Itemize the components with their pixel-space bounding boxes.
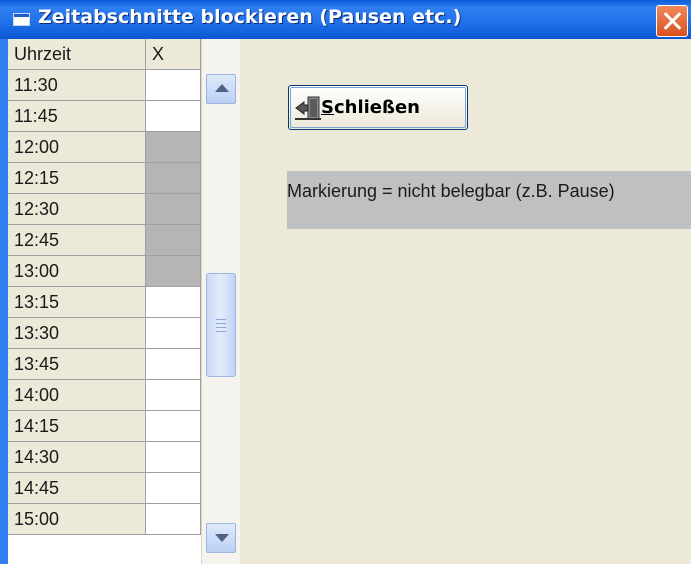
block-cell[interactable] bbox=[146, 70, 201, 101]
block-cell[interactable] bbox=[146, 473, 201, 504]
table-row[interactable]: 12:30 bbox=[8, 194, 201, 225]
grid-header-row: Uhrzeit X bbox=[8, 39, 201, 70]
table-row[interactable]: 12:15 bbox=[8, 163, 201, 194]
block-cell[interactable] bbox=[146, 225, 201, 256]
time-cell: 12:30 bbox=[8, 194, 146, 225]
block-cell[interactable] bbox=[146, 380, 201, 411]
time-cell: 14:00 bbox=[8, 380, 146, 411]
time-cell: 13:00 bbox=[8, 256, 146, 287]
table-row[interactable]: 13:00 bbox=[8, 256, 201, 287]
scroll-up-button[interactable] bbox=[206, 74, 236, 104]
table-row[interactable]: 11:45 bbox=[8, 101, 201, 132]
chevron-up-icon bbox=[215, 84, 229, 92]
title-bar: Zeitabschnitte blockieren (Pausen etc.) bbox=[0, 0, 691, 39]
block-cell[interactable] bbox=[146, 132, 201, 163]
time-cell: 12:00 bbox=[8, 132, 146, 163]
time-cell: 11:30 bbox=[8, 70, 146, 101]
table-row[interactable]: 14:00 bbox=[8, 380, 201, 411]
time-cell: 13:15 bbox=[8, 287, 146, 318]
block-cell[interactable] bbox=[146, 194, 201, 225]
time-cell: 13:45 bbox=[8, 349, 146, 380]
time-cell: 14:30 bbox=[8, 442, 146, 473]
scroll-thumb[interactable] bbox=[206, 273, 236, 377]
table-row[interactable]: 12:00 bbox=[8, 132, 201, 163]
time-cell: 12:45 bbox=[8, 225, 146, 256]
time-cell: 13:30 bbox=[8, 318, 146, 349]
table-row[interactable]: 14:15 bbox=[8, 411, 201, 442]
window-close-button[interactable] bbox=[656, 5, 688, 37]
table-row[interactable]: 13:45 bbox=[8, 349, 201, 380]
block-cell[interactable] bbox=[146, 163, 201, 194]
block-cell[interactable] bbox=[146, 256, 201, 287]
block-cell[interactable] bbox=[146, 504, 201, 535]
table-row[interactable]: 14:30 bbox=[8, 442, 201, 473]
table-row[interactable]: 13:15 bbox=[8, 287, 201, 318]
table-row[interactable]: 11:30 bbox=[8, 70, 201, 101]
time-grid: Uhrzeit X 11:30 11:45 12:00 12:15 12:30 12:45… bbox=[8, 39, 201, 564]
time-cell: 11:45 bbox=[8, 101, 146, 132]
legend-label: Markierung = nicht belegbar (z.B. Pause) bbox=[287, 171, 691, 229]
grid-scrollbar[interactable] bbox=[201, 39, 240, 564]
block-cell[interactable] bbox=[146, 411, 201, 442]
block-cell[interactable] bbox=[146, 101, 201, 132]
time-cell: 14:15 bbox=[8, 411, 146, 442]
time-cell: 12:15 bbox=[8, 163, 146, 194]
chevron-down-icon bbox=[215, 534, 229, 542]
block-cell[interactable] bbox=[146, 349, 201, 380]
exit-door-icon bbox=[295, 96, 321, 120]
column-header-x[interactable]: X bbox=[146, 39, 201, 70]
block-cell[interactable] bbox=[146, 442, 201, 473]
table-row[interactable]: 12:45 bbox=[8, 225, 201, 256]
scroll-down-button[interactable] bbox=[206, 523, 236, 553]
window-frame-left bbox=[0, 39, 8, 564]
column-header-time[interactable]: Uhrzeit bbox=[8, 39, 146, 70]
close-button[interactable]: Schließen bbox=[288, 85, 468, 130]
time-cell: 15:00 bbox=[8, 504, 146, 535]
time-cell: 14:45 bbox=[8, 473, 146, 504]
window-title: Zeitabschnitte blockieren (Pausen etc.) bbox=[38, 6, 462, 28]
table-row[interactable]: 14:45 bbox=[8, 473, 201, 504]
close-button-label: Schließen bbox=[321, 97, 420, 118]
table-row[interactable]: 15:00 bbox=[8, 504, 201, 535]
block-cell[interactable] bbox=[146, 287, 201, 318]
table-row[interactable]: 13:30 bbox=[8, 318, 201, 349]
block-cell[interactable] bbox=[146, 318, 201, 349]
window-icon bbox=[13, 13, 30, 26]
